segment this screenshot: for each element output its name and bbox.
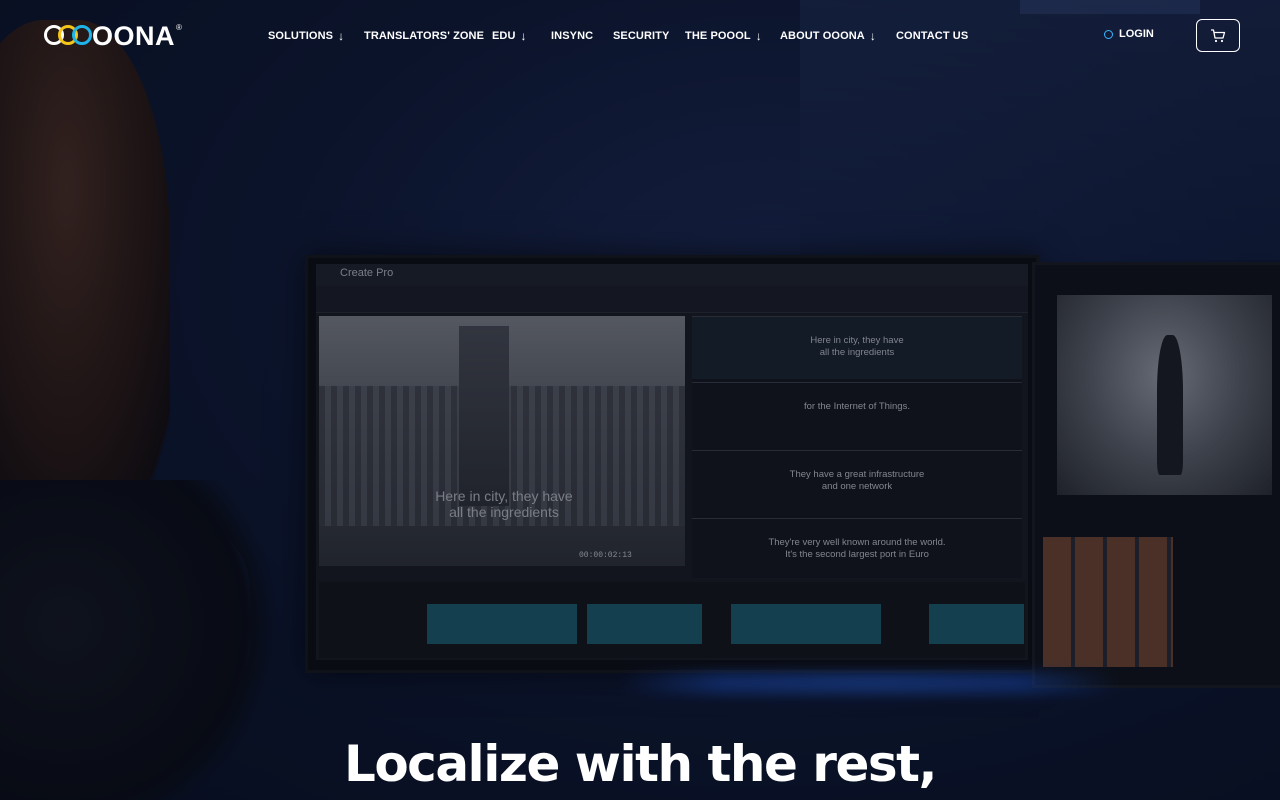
logo-rings-icon: [44, 23, 94, 49]
cart-button[interactable]: [1196, 19, 1240, 52]
nav-item-label: ABOUT OOONA: [780, 30, 865, 42]
arrow-down-icon: ↓: [755, 29, 762, 43]
nav-item-label: SOLUTIONS: [268, 30, 334, 42]
nav-item-label: CONTACT US: [896, 30, 969, 42]
login-label: LOGIN: [1119, 28, 1154, 40]
arrow-down-icon: ↓: [338, 29, 345, 43]
brand-name: OONA: [92, 21, 175, 51]
nav-item-label: THE POOOL: [685, 30, 751, 42]
nav-item-the-poool[interactable]: THE POOOL ↓: [685, 28, 780, 44]
nav-item-label: TRANSLATORS' ZONE: [364, 30, 485, 42]
nav-item-translators-zone[interactable]: TRANSLATORS' ZONE: [364, 28, 492, 44]
nav-item-security[interactable]: SECURITY: [613, 28, 685, 44]
nav-item-label: INSYNC: [551, 30, 594, 42]
hero-overlay: [0, 0, 1280, 800]
nav-item-edu[interactable]: EDU ↓: [492, 28, 551, 44]
login-link[interactable]: LOGIN: [1104, 28, 1154, 40]
nav-item-insync[interactable]: INSYNC: [551, 28, 613, 44]
hero-section: Create Pro Here in city, they have all t…: [0, 0, 1280, 800]
nav-item-label: EDU: [492, 30, 516, 42]
nav-item-solutions[interactable]: SOLUTIONS ↓: [268, 28, 364, 44]
brand-logo[interactable]: OONA ®: [44, 22, 182, 50]
hero-headline: Localize with the rest,: [343, 735, 938, 793]
registered-mark: ®: [176, 22, 182, 32]
main-nav: SOLUTIONS ↓ TRANSLATORS' ZONE EDU ↓ INSY…: [268, 28, 968, 44]
nav-item-about-ooona[interactable]: ABOUT OOONA ↓: [780, 28, 896, 44]
cart-icon: [1211, 28, 1226, 42]
arrow-down-icon: ↓: [869, 29, 876, 43]
nav-item-label: SECURITY: [613, 30, 670, 42]
site-header: OONA ® SOLUTIONS ↓ TRANSLATORS' ZONE EDU…: [0, 0, 1280, 72]
arrow-down-icon: ↓: [520, 29, 527, 43]
nav-item-contact-us[interactable]: CONTACT US: [896, 28, 968, 44]
user-icon: [1104, 29, 1113, 39]
